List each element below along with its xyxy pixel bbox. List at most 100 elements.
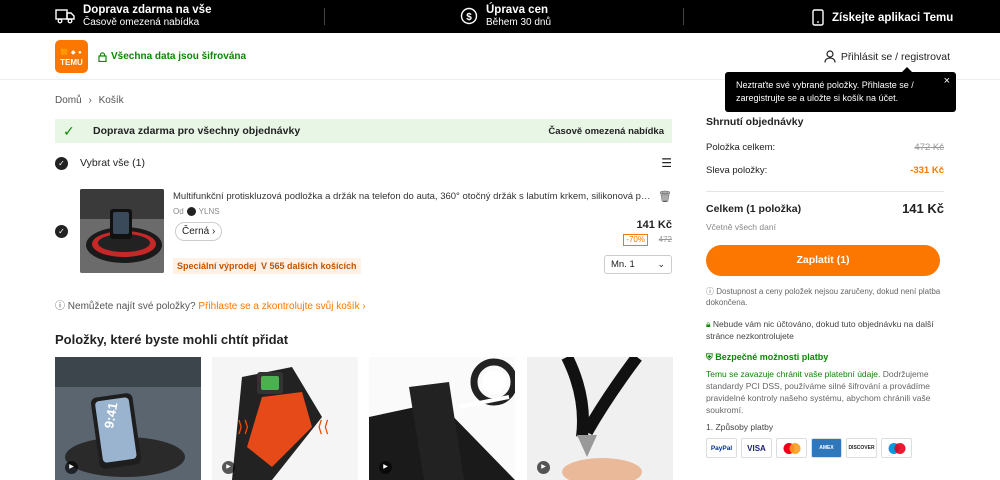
svg-text:$: $ bbox=[466, 12, 472, 23]
seller-name: YLNS bbox=[198, 207, 220, 216]
select-all-label[interactable]: Vybrat vše (1) bbox=[80, 157, 145, 169]
charge-note: 🔒︎ Nebude vám nic účtováno, dokud tuto o… bbox=[706, 318, 944, 342]
availability-text: Dostupnost a ceny položek nejsou zaručen… bbox=[706, 287, 941, 307]
special-sale-tag: Speciální výprodej bbox=[173, 258, 261, 274]
truck-icon bbox=[55, 9, 75, 24]
phone-icon bbox=[812, 9, 824, 26]
check-icon: ✓ bbox=[63, 122, 75, 139]
seller-info[interactable]: Od YLNS bbox=[173, 207, 220, 216]
svg-text:⟨⟨: ⟨⟨ bbox=[317, 419, 329, 436]
promo-bar: Doprava zdarma na vše Časově omezená nab… bbox=[0, 0, 1000, 33]
discount-badge: -70% bbox=[623, 234, 648, 246]
payment-methods-title: 1. Způsoby platby bbox=[706, 422, 774, 432]
in-other-carts-tag: V 565 dalších košících bbox=[257, 258, 361, 274]
divider bbox=[683, 8, 684, 25]
play-icon[interactable]: ▶ bbox=[379, 461, 392, 474]
lock-icon bbox=[98, 51, 107, 62]
order-summary: Shrnutí objednávky Položka celkem: 472 K… bbox=[706, 116, 944, 458]
maestro-icon bbox=[881, 438, 912, 458]
shield-check-icon: ⛨ bbox=[706, 352, 716, 362]
recommended-product-card[interactable]: ▶ bbox=[527, 357, 673, 480]
availability-note: ⓘ Dostupnost a ceny položek nejsou zaruč… bbox=[706, 286, 944, 308]
price-adjust-promo[interactable]: $ Úprava cen Během 30 dnů bbox=[460, 3, 551, 29]
recommendations-title: Položky, které byste mohli chtít přidat bbox=[55, 332, 289, 347]
close-icon[interactable]: × bbox=[944, 75, 950, 88]
logo-text: TEMU bbox=[60, 58, 83, 67]
items-total-value: 472 Kč bbox=[914, 142, 944, 153]
paypal-icon: PayPal bbox=[706, 438, 737, 458]
payment-methods-row: PayPal VISA AMEX DISCOVER bbox=[706, 438, 944, 458]
recommended-product-card[interactable]: ⟩⟩ ⟨⟨ ▶ bbox=[212, 357, 358, 480]
get-app-link[interactable]: Získejte aplikaci Temu bbox=[812, 9, 953, 26]
secure-data-note: Všechna data jsou šifrována bbox=[98, 51, 246, 62]
chevron-right-icon: › bbox=[362, 301, 366, 312]
trash-icon[interactable]: 🗑 bbox=[658, 190, 672, 203]
discover-icon: DISCOVER bbox=[846, 438, 877, 458]
breadcrumb: Domů › Košík bbox=[55, 95, 128, 106]
select-all-checkbox[interactable]: ✓ bbox=[55, 156, 68, 170]
seller-avatar bbox=[186, 207, 196, 216]
original-price: 472 bbox=[658, 235, 672, 244]
lock-icon: 🔒︎ bbox=[706, 319, 713, 329]
divider bbox=[324, 8, 325, 25]
charge-note-text: Nebude vám nic účtováno, dokud tuto obje… bbox=[706, 319, 934, 341]
price-adjust-sub: Během 30 dnů bbox=[486, 17, 552, 28]
chevron-right-icon: › bbox=[212, 226, 216, 237]
select-all-row: ✓ Vybrat vše (1) ☰ bbox=[55, 154, 672, 172]
shipping-promo-title: Doprava zdarma na vše bbox=[83, 4, 212, 16]
secure-payment-text: Temu se zavazuje chránit vaše platební ú… bbox=[706, 368, 944, 416]
quantity-value: Mn. 1 bbox=[611, 259, 635, 270]
summary-title: Shrnutí objednávky bbox=[706, 116, 804, 128]
item-price: 141 Kč bbox=[636, 219, 672, 231]
play-icon[interactable]: ▶ bbox=[65, 461, 78, 474]
secure-data-text: Všechna data jsou šifrována bbox=[111, 51, 247, 62]
total-value: 141 Kč bbox=[902, 201, 944, 216]
amex-icon: AMEX bbox=[811, 438, 842, 458]
product-image[interactable] bbox=[80, 189, 164, 273]
banner-left-text: Doprava zdarma pro všechny objednávky bbox=[93, 125, 301, 137]
secure-payment-heading: ⛨ Bezpečné možnosti platby bbox=[706, 352, 944, 363]
quantity-select[interactable]: Mn. 1 ⌄ bbox=[604, 255, 672, 274]
info-icon: ⓘ bbox=[55, 301, 65, 312]
breadcrumb-home[interactable]: Domů bbox=[55, 95, 82, 106]
shipping-promo-sub: Časově omezená nabídka bbox=[83, 17, 200, 28]
total-label: Celkem (1 položka) bbox=[706, 202, 802, 215]
cant-find-items-hint: ⓘ Nemůžete najít své položky? Přihlaste … bbox=[55, 297, 366, 312]
recommended-product-card[interactable]: 9:41 ▶ bbox=[55, 357, 201, 480]
breadcrumb-separator: › bbox=[88, 95, 92, 106]
play-icon[interactable]: ▶ bbox=[537, 461, 550, 474]
temu-logo[interactable]: 🟧 ◆ ● TEMU bbox=[55, 40, 88, 73]
pay-button[interactable]: Zaplatit (1) bbox=[706, 245, 940, 276]
login-check-cart-link[interactable]: Přihlaste se a zkontrolujte svůj košík bbox=[198, 301, 359, 312]
free-shipping-banner: ✓ Doprava zdarma pro všechny objednávky … bbox=[55, 119, 672, 143]
divider bbox=[706, 191, 944, 192]
secure-payment-title: Bezpečné možnosti platby bbox=[715, 352, 829, 362]
login-register-link[interactable]: Přihlásit se / registrovat bbox=[824, 50, 950, 63]
visa-icon: VISA bbox=[741, 438, 772, 458]
price-adjust-title: Úprava cen bbox=[486, 4, 549, 16]
discount-row: Sleva položky: -331 Kč bbox=[706, 165, 944, 188]
secure-commitment-text[interactable]: Temu se zavazuje chránit vaše platební ú… bbox=[706, 369, 880, 379]
banner-right-text: Časově omezená nabídka bbox=[548, 125, 664, 137]
mastercard-icon bbox=[776, 438, 807, 458]
discount-label: Sleva položky: bbox=[706, 165, 768, 176]
list-menu-icon[interactable]: ☰ bbox=[661, 156, 672, 170]
product-title[interactable]: Multifunkční protiskluzová podložka a dr… bbox=[173, 191, 651, 202]
chevron-down-icon: ⌄ bbox=[657, 259, 665, 269]
save-cart-tooltip: Neztraťte své vybrané položky. Přihlaste… bbox=[725, 67, 956, 112]
login-label: Přihlásit se / registrovat bbox=[840, 50, 950, 63]
svg-text:⟩⟩: ⟩⟩ bbox=[237, 419, 249, 436]
shipping-promo[interactable]: Doprava zdarma na vše Časově omezená nab… bbox=[55, 3, 211, 29]
recommended-product-card[interactable]: ▶ bbox=[369, 357, 515, 480]
discount-value: -331 Kč bbox=[910, 165, 944, 176]
info-icon: ⓘ bbox=[706, 287, 717, 296]
seller-prefix: Od bbox=[173, 207, 184, 216]
variant-label: Černá bbox=[182, 226, 210, 237]
play-icon[interactable]: ▶ bbox=[222, 461, 235, 474]
variant-selector[interactable]: Černá › bbox=[175, 222, 223, 241]
items-total-label: Položka celkem: bbox=[706, 142, 776, 153]
tooltip-text: Neztraťte své vybrané položky. Přihlaste… bbox=[736, 80, 914, 103]
cart-item: ✓ Multifunkční protiskluzová podložka a … bbox=[55, 180, 672, 280]
breadcrumb-current: Košík bbox=[98, 95, 124, 106]
item-checkbox[interactable]: ✓ bbox=[55, 225, 68, 238]
